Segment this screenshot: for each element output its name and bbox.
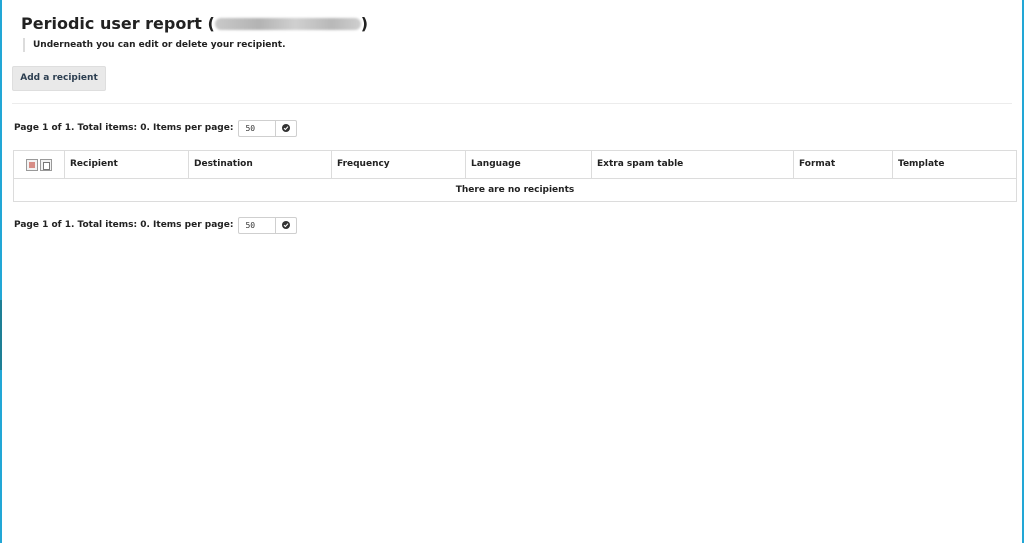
items-per-page-input[interactable]: 50 <box>239 218 275 233</box>
recipients-table: Recipient Destination Frequency Language… <box>13 150 1017 202</box>
column-header-language[interactable]: Language <box>466 151 592 178</box>
items-per-page-input[interactable]: 50 <box>239 121 275 136</box>
pager-text: Page 1 of 1. Total items: 0. Items per p… <box>14 220 234 230</box>
table-header: Recipient Destination Frequency Language… <box>14 151 1016 179</box>
items-per-page-control: 50 <box>238 119 298 137</box>
header-actions <box>14 151 65 178</box>
frame-accent <box>0 300 2 370</box>
column-header-format[interactable]: Format <box>794 151 893 178</box>
empty-table-message: There are no recipients <box>455 185 575 195</box>
column-header-extra-spam-table[interactable]: Extra spam table <box>592 151 794 178</box>
page-title-suffix: ) <box>360 14 369 33</box>
column-header-recipient[interactable]: Recipient <box>65 151 189 178</box>
divider <box>12 103 1012 104</box>
pager-text: Page 1 of 1. Total items: 0. Items per p… <box>14 123 234 133</box>
pager-top: Page 1 of 1. Total items: 0. Items per p… <box>14 119 298 137</box>
column-header-frequency[interactable]: Frequency <box>332 151 466 178</box>
page: Periodic user report () Underneath you c… <box>0 0 1024 543</box>
column-header-destination[interactable]: Destination <box>189 151 332 178</box>
pager-bottom: Page 1 of 1. Total items: 0. Items per p… <box>14 216 298 234</box>
add-recipient-button[interactable]: Add a recipient <box>12 66 106 91</box>
items-per-page-apply-button[interactable] <box>275 217 296 233</box>
check-circle-icon <box>282 221 291 229</box>
items-per-page-control: 50 <box>238 216 298 234</box>
page-title-prefix: Periodic user report ( <box>21 14 215 33</box>
items-per-page-apply-button[interactable] <box>275 120 296 136</box>
page-subtitle: Underneath you can edit or delete your r… <box>23 38 286 52</box>
check-circle-icon <box>282 124 291 132</box>
column-header-template[interactable]: Template <box>893 151 1016 178</box>
delete-selected-icon[interactable] <box>26 158 38 171</box>
copy-icon[interactable] <box>40 158 52 171</box>
page-title: Periodic user report () <box>21 14 368 33</box>
redacted-email <box>214 18 361 30</box>
